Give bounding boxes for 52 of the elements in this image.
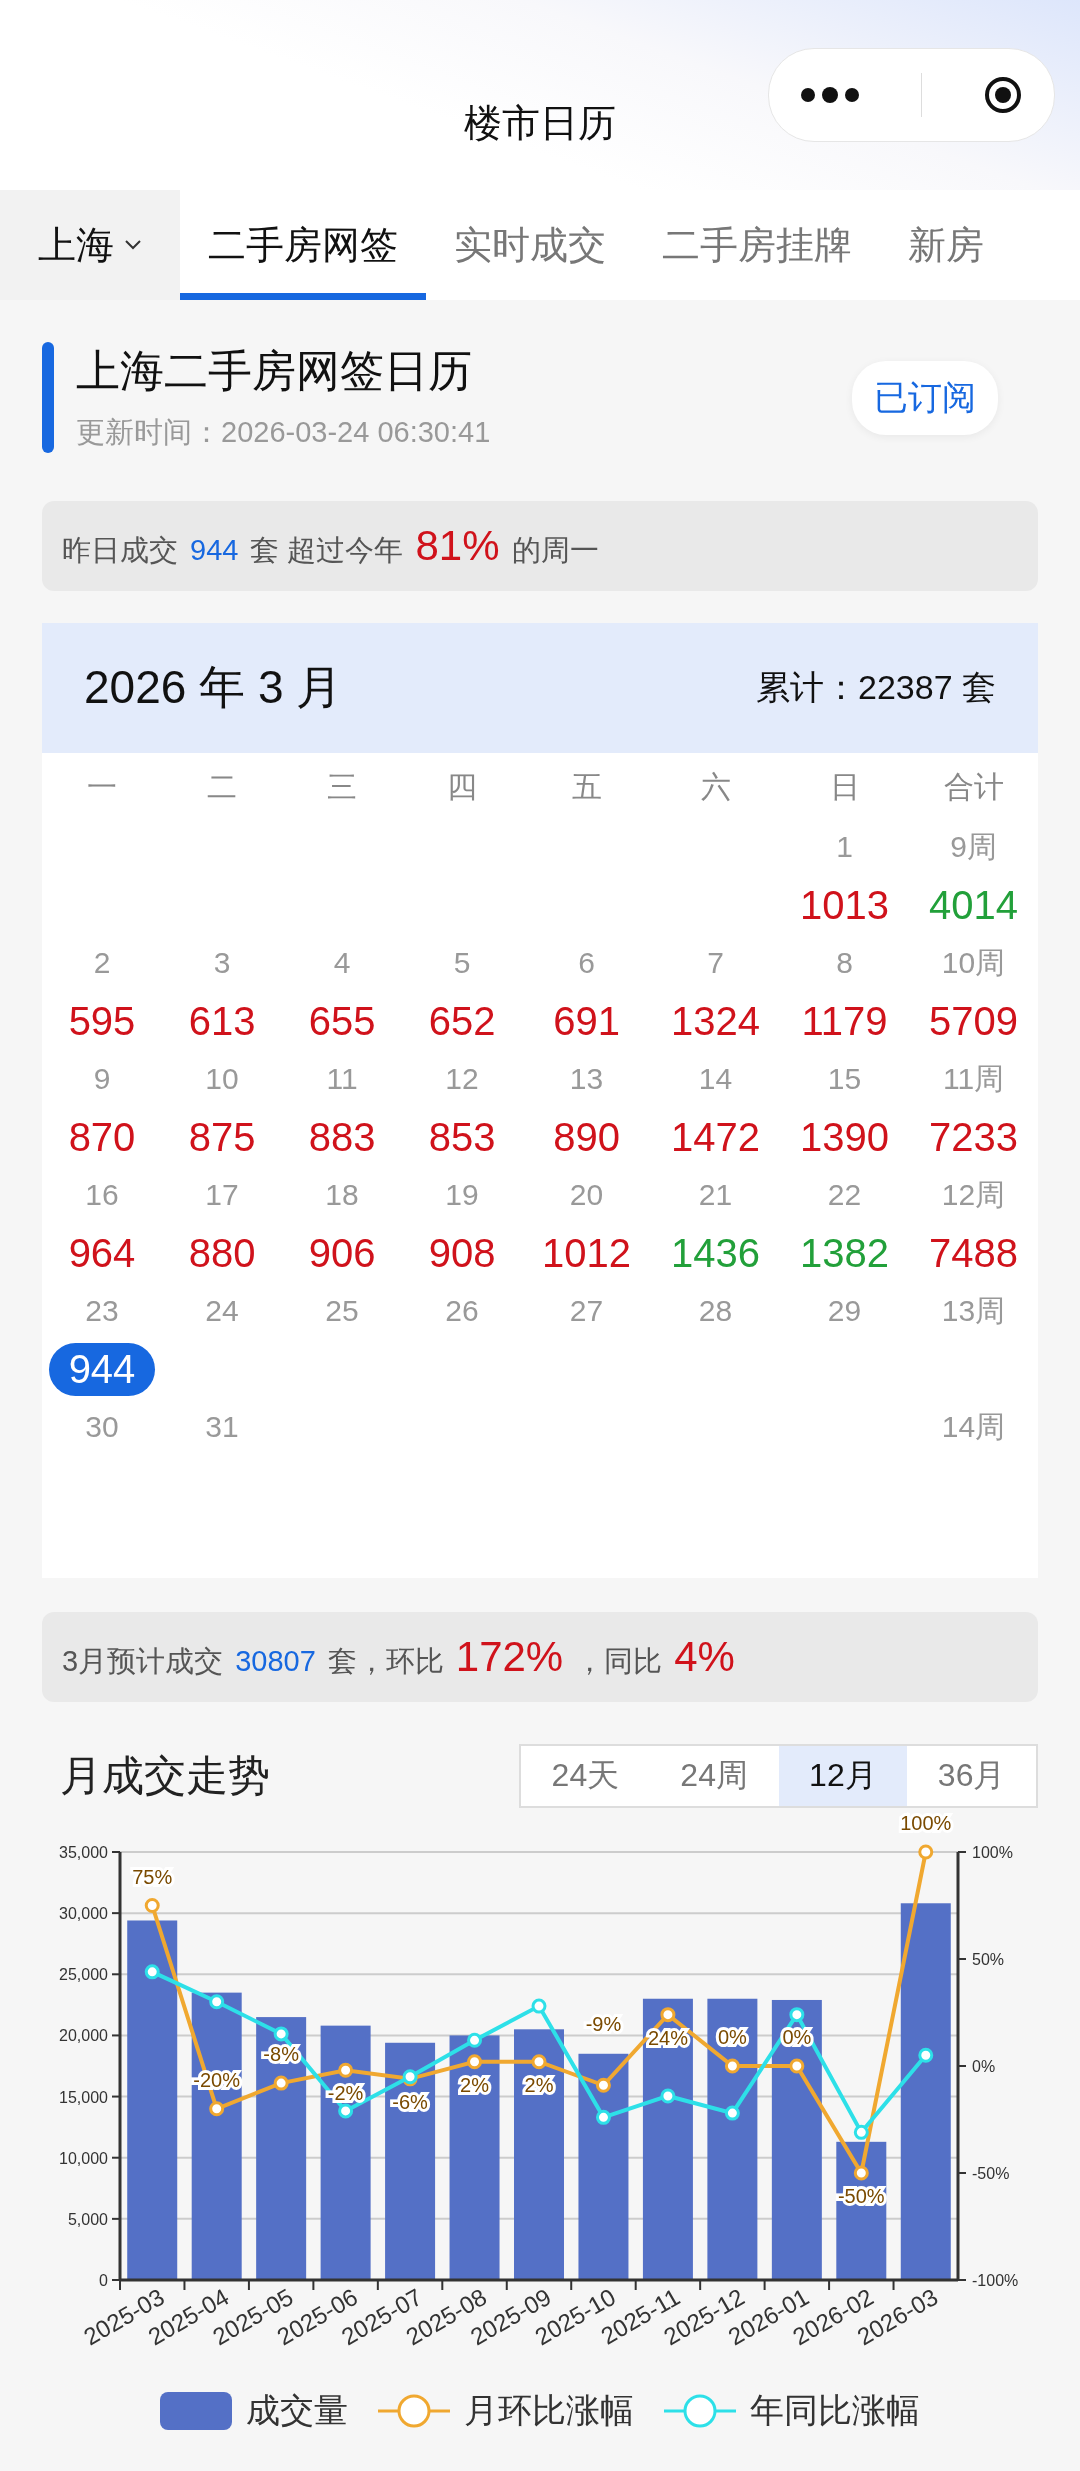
axis-label: 5,000 bbox=[67, 2210, 108, 2228]
week-label: 9周 bbox=[949, 828, 998, 865]
week-label: 10周 bbox=[940, 944, 1007, 981]
chart-title: 月成交走势 bbox=[60, 1751, 270, 1801]
data-label: -6% bbox=[392, 2090, 428, 2113]
legend-label: 成交量 bbox=[246, 2390, 348, 2431]
forecast-text: 3月预计成交 30807 套，环比 172% ，同比 4% bbox=[62, 1632, 736, 1682]
axis-label: 20,000 bbox=[59, 2027, 108, 2045]
axis-label: 0 bbox=[99, 2272, 108, 2289]
week-label: 14周 bbox=[940, 1408, 1007, 1445]
update-time: 更新时间：2026-03-24 06:30:41 bbox=[76, 415, 491, 450]
weekday-label: 日 bbox=[828, 768, 861, 805]
weekday-label: 一 bbox=[86, 768, 118, 805]
data-label: -8% bbox=[263, 2043, 299, 2066]
weekday-label: 四 bbox=[446, 768, 479, 805]
data-label: 100% bbox=[900, 1812, 952, 1834]
axis-label: -50% bbox=[972, 2165, 1010, 2182]
axis-label: 100% bbox=[972, 1844, 1013, 1861]
week-total: 7488 bbox=[928, 1229, 1019, 1277]
week-total: 7233 bbox=[928, 1113, 1019, 1161]
week-total: 5709 bbox=[928, 997, 1019, 1045]
data-label: 0% bbox=[717, 2026, 747, 2048]
week-total: 4014 bbox=[928, 881, 1019, 929]
legend-label: 年同比涨幅 bbox=[750, 2390, 920, 2431]
axis-label: 30,000 bbox=[59, 1905, 108, 1923]
data-label: -50% bbox=[837, 2185, 885, 2207]
axis-label: 10,000 bbox=[59, 2149, 108, 2167]
data-label: -9% bbox=[585, 2013, 622, 2036]
weekday-label: 二 bbox=[206, 768, 238, 805]
data-label: 2% bbox=[460, 2073, 489, 2096]
week-label: 13周 bbox=[940, 1292, 1007, 1329]
month-title: 2026 年 3 月 bbox=[84, 660, 343, 715]
legend-label: 月环比涨幅 bbox=[464, 2390, 634, 2431]
week-label: 12周 bbox=[940, 1176, 1007, 1213]
axis-label: 0% bbox=[972, 2058, 996, 2075]
cumulative-total: 累计：22387 套 bbox=[756, 667, 996, 708]
week-label: 11周 bbox=[941, 1060, 1006, 1097]
axis-label: 50% bbox=[972, 1951, 1005, 1968]
axis-label: 15,000 bbox=[59, 2088, 108, 2106]
weekday-label: 三 bbox=[326, 768, 359, 805]
weekday-label: 合计 bbox=[942, 768, 1005, 805]
data-label: 75% bbox=[132, 1865, 173, 1888]
data-label: 24% bbox=[647, 2026, 688, 2049]
axis-label: 25,000 bbox=[59, 1966, 108, 1984]
section-title: 上海二手房网签日历 bbox=[76, 345, 473, 397]
weekday-label: 五 bbox=[570, 768, 603, 805]
axis-label: 35,000 bbox=[59, 1844, 108, 1861]
axis-label: -100% bbox=[972, 2272, 1019, 2289]
window-title: 楼市日历 bbox=[464, 101, 616, 146]
summary-text: 昨日成交 944 套 超过今年 81% 的周一 bbox=[62, 521, 600, 571]
data-label: 2% bbox=[524, 2073, 554, 2096]
weekday-label: 六 bbox=[699, 768, 732, 805]
